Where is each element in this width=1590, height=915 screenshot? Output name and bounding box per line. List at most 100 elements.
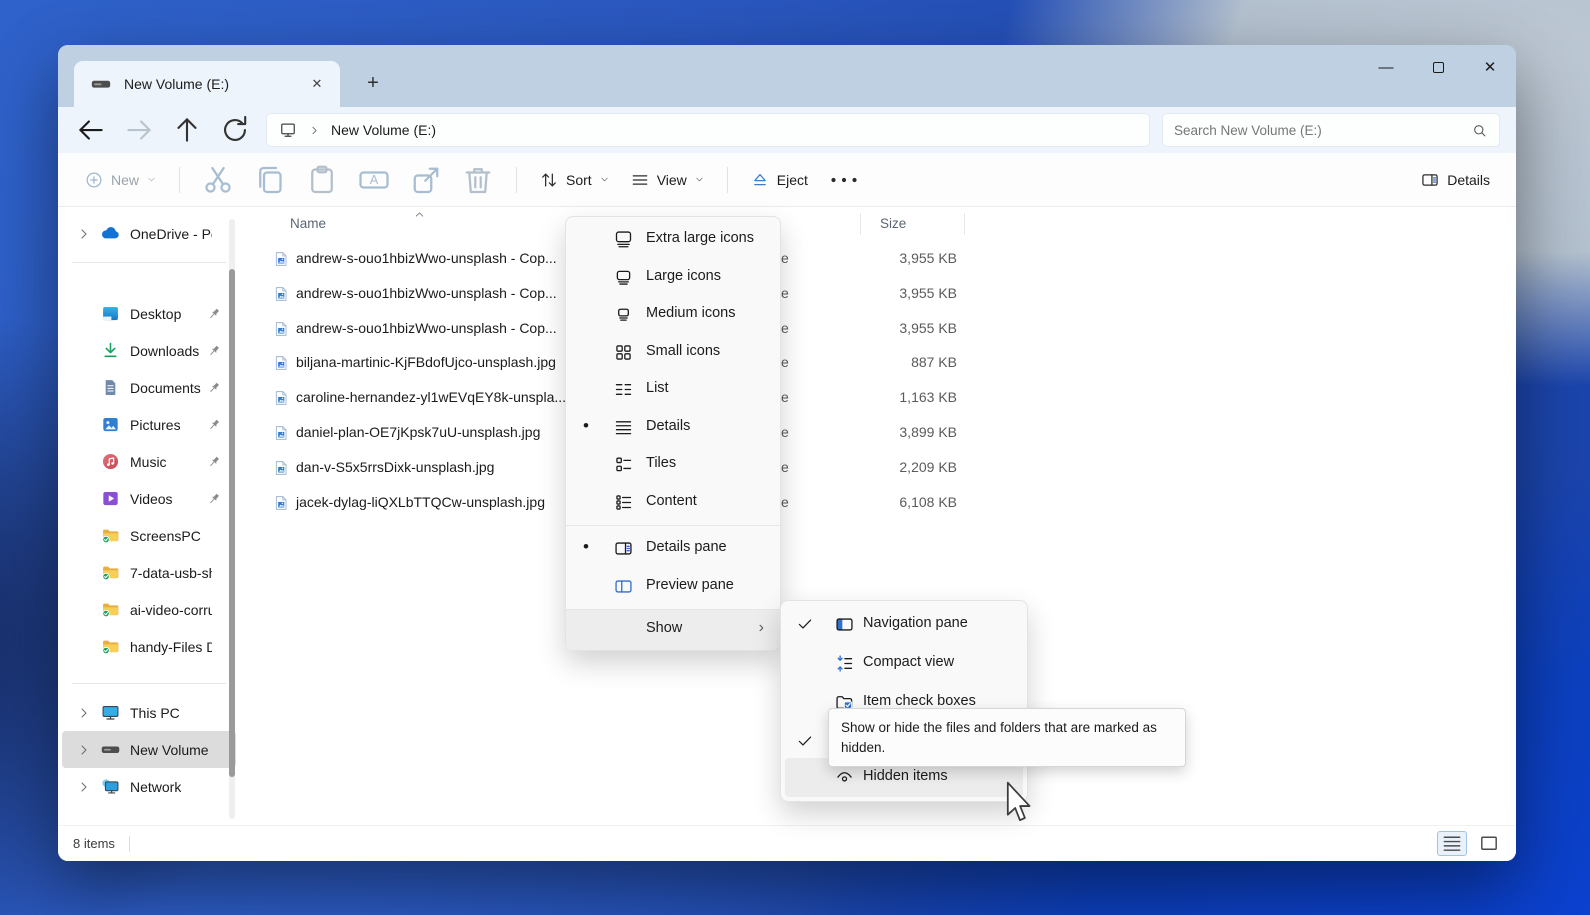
explorer-tab[interactable]: New Volume (E:) ✕: [74, 61, 340, 107]
file-name[interactable]: biljana-martinic-KjFBdofUjco-unsplash.jp…: [296, 354, 556, 370]
sidebar-item-network[interactable]: Network: [62, 768, 236, 805]
details-pane-toggle-button[interactable]: Details: [1410, 163, 1500, 197]
submenu-item-navigation-pane[interactable]: Navigation pane: [785, 605, 1023, 644]
tab-close-button[interactable]: ✕: [304, 71, 330, 97]
expand-chevron-icon[interactable]: [76, 742, 92, 758]
search-box[interactable]: [1162, 113, 1500, 147]
delete-button[interactable]: [460, 162, 496, 198]
sidebar-item-documents[interactable]: Documents: [62, 369, 236, 406]
sidebar-item-downloads[interactable]: Downloads: [62, 332, 236, 369]
column-header-size[interactable]: Size: [880, 216, 906, 231]
menu-item-show[interactable]: Show ›: [566, 610, 780, 650]
column-divider[interactable]: [860, 213, 861, 235]
column-header-name[interactable]: Name: [290, 216, 326, 231]
file-size: 2,209 KB: [797, 459, 957, 475]
new-button[interactable]: New: [74, 163, 167, 197]
menu-item-medium-icons[interactable]: Medium icons: [566, 296, 780, 334]
breadcrumb-location[interactable]: New Volume (E:): [331, 122, 436, 138]
file-name[interactable]: dan-v-S5x5rrsDixk-unsplash.jpg: [296, 459, 494, 475]
file-name[interactable]: daniel-plan-OE7jKpsk7uU-unsplash.jpg: [296, 424, 540, 440]
menu-item-list[interactable]: List: [566, 371, 780, 409]
sidebar-item-pictures[interactable]: Pictures: [62, 406, 236, 443]
synced-folder-icon: [100, 525, 121, 546]
sidebar-item-music[interactable]: Music: [62, 443, 236, 480]
file-row[interactable]: daniel-plan-OE7jKpsk7uU-unsplash.jpg e 3…: [240, 416, 1516, 451]
sidebar-scrollbar-thumb[interactable]: [229, 269, 235, 777]
menu-item-details-pane[interactable]: • Details pane: [566, 530, 780, 568]
search-input[interactable]: [1174, 123, 1471, 138]
refresh-button[interactable]: [218, 113, 252, 147]
expand-chevron-icon[interactable]: [76, 226, 92, 242]
file-row[interactable]: dan-v-S5x5rrsDixk-unsplash.jpg e 2,209 K…: [240, 451, 1516, 486]
back-button[interactable]: [74, 113, 108, 147]
menu-item-preview-pane[interactable]: Preview pane: [566, 568, 780, 606]
sidebar-item-onedrive[interactable]: OneDrive - Perso: [62, 215, 236, 252]
menu-item-details[interactable]: • Details: [566, 409, 780, 447]
file-name[interactable]: caroline-hernandez-yl1wEVqEY8k-unspla...: [296, 389, 566, 405]
synced-folder-icon: [100, 562, 121, 583]
file-row[interactable]: jacek-dylag-liQXLbTTQCw-unsplash.jpg e 6…: [240, 486, 1516, 521]
file-row[interactable]: andrew-s-ouo1hbizWwo-unsplash - Cop... e…: [240, 312, 1516, 347]
sidebar-item-label: Downloads: [130, 343, 199, 359]
sidebar-item-label: ScreensPC: [130, 528, 201, 544]
menu-item-content[interactable]: Content: [566, 484, 780, 522]
file-name[interactable]: jacek-dylag-liQXLbTTQCw-unsplash.jpg: [296, 494, 545, 510]
pin-icon: [206, 491, 222, 507]
menu-item-extra-large-icons[interactable]: Extra large icons: [566, 221, 780, 259]
details-view-toggle-button[interactable]: [1437, 831, 1467, 856]
column-divider[interactable]: [964, 213, 965, 235]
sidebar-item-label: Music: [130, 454, 167, 470]
share-button[interactable]: [408, 162, 444, 198]
paste-button[interactable]: [304, 162, 340, 198]
sidebar-item-this-pc[interactable]: This PC: [62, 694, 236, 731]
downloads-icon: [100, 340, 121, 361]
sort-button[interactable]: Sort: [529, 163, 620, 197]
eject-button[interactable]: Eject: [740, 163, 818, 197]
menu-item-label: Small icons: [646, 343, 720, 359]
chevron-down-icon: [146, 174, 157, 185]
file-row[interactable]: andrew-s-ouo1hbizWwo-unsplash - Cop... e…: [240, 242, 1516, 277]
new-tab-button[interactable]: +: [358, 68, 388, 98]
sidebar-item-videos[interactable]: Videos: [62, 480, 236, 517]
search-icon[interactable]: [1471, 122, 1488, 139]
sidebar-item-7-data-usb[interactable]: 7-data-usb-sho: [62, 554, 236, 591]
forward-button[interactable]: [122, 113, 156, 147]
file-row[interactable]: biljana-martinic-KjFBdofUjco-unsplash.jp…: [240, 346, 1516, 381]
chevron-down-icon: [694, 174, 705, 185]
copy-button[interactable]: [252, 162, 288, 198]
menu-item-small-icons[interactable]: Small icons: [566, 334, 780, 372]
expand-chevron-icon[interactable]: [76, 779, 92, 795]
sidebar-item-handy-files[interactable]: handy-Files Disa: [62, 628, 236, 665]
breadcrumb-chevron-icon[interactable]: [308, 124, 321, 137]
sidebar-item-label: Pictures: [130, 417, 181, 433]
title-bar[interactable]: New Volume (E:) ✕ + — ✕: [58, 45, 1516, 107]
thumbnail-view-toggle-button[interactable]: [1474, 831, 1504, 856]
file-name[interactable]: andrew-s-ouo1hbizWwo-unsplash - Cop...: [296, 285, 557, 301]
cut-button[interactable]: [200, 162, 236, 198]
submenu-item-label: Hidden items: [863, 768, 948, 784]
file-name[interactable]: andrew-s-ouo1hbizWwo-unsplash - Cop...: [296, 250, 557, 266]
up-button[interactable]: [170, 113, 204, 147]
minimize-button[interactable]: —: [1360, 45, 1412, 89]
file-name[interactable]: andrew-s-ouo1hbizWwo-unsplash - Cop...: [296, 320, 557, 336]
menu-item-tiles[interactable]: Tiles: [566, 446, 780, 484]
file-type-fragment: e: [781, 354, 789, 370]
sidebar-item-ai-video[interactable]: ai-video-corrup: [62, 591, 236, 628]
sidebar-item-new-volume-e[interactable]: New Volume (E:): [62, 731, 236, 768]
menu-item-label: Content: [646, 493, 697, 509]
submenu-item-label: Item check boxes: [863, 693, 976, 709]
expand-chevron-icon[interactable]: [76, 705, 92, 721]
sidebar-item-desktop[interactable]: Desktop: [62, 295, 236, 332]
view-button[interactable]: View: [620, 163, 715, 197]
more-options-button[interactable]: [826, 162, 862, 198]
maximize-button[interactable]: [1412, 45, 1464, 89]
rename-button[interactable]: [356, 162, 392, 198]
menu-item-large-icons[interactable]: Large icons: [566, 259, 780, 297]
sidebar-item-screenspc[interactable]: ScreensPC: [62, 517, 236, 554]
file-row[interactable]: caroline-hernandez-yl1wEVqEY8k-unspla...…: [240, 381, 1516, 416]
close-button[interactable]: ✕: [1464, 45, 1516, 89]
address-bar[interactable]: New Volume (E:): [266, 113, 1150, 147]
navigation-pane: OneDrive - Perso Desktop Downloads Docum…: [58, 207, 240, 825]
file-row[interactable]: andrew-s-ouo1hbizWwo-unsplash - Cop... e…: [240, 277, 1516, 312]
submenu-item-compact-view[interactable]: Compact view: [785, 644, 1023, 683]
